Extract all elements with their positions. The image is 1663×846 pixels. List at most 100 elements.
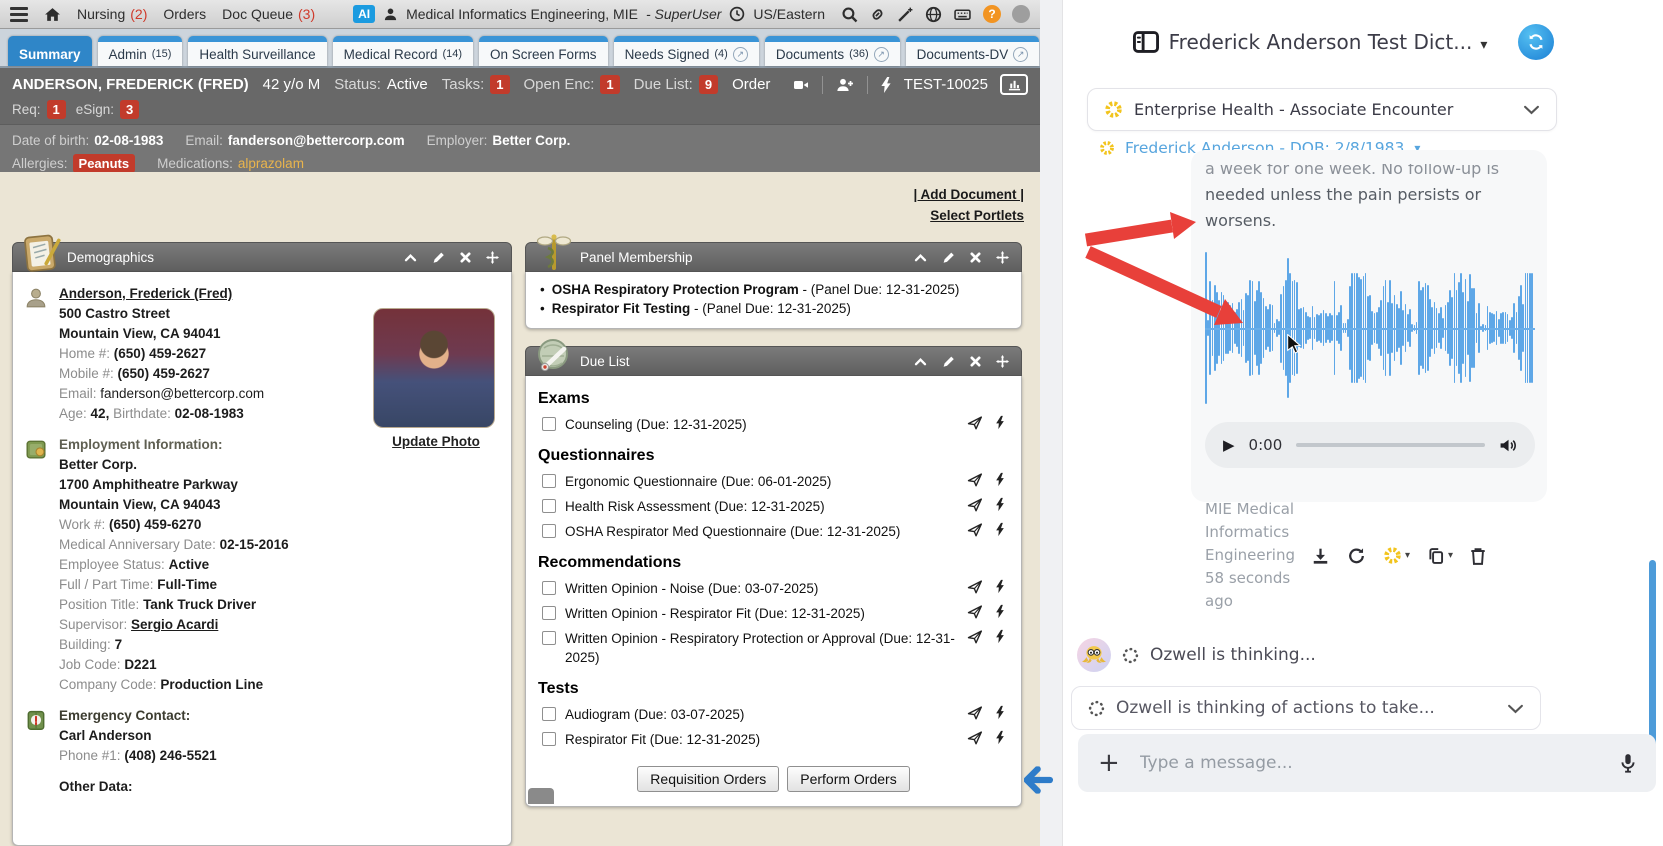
external-link-icon[interactable]: ↗ [874, 47, 889, 62]
nav-nursing[interactable]: Nursing (2) [77, 6, 147, 22]
close-icon[interactable] [970, 356, 981, 367]
help-icon[interactable]: ? [983, 5, 1001, 23]
timezone-label[interactable]: US/Eastern [753, 6, 825, 22]
keyboard-icon[interactable] [953, 6, 972, 23]
due-item-label[interactable]: Respirator Fit (Due: 12-31-2025) [565, 730, 965, 749]
checkbox[interactable] [542, 417, 556, 431]
collapse-icon[interactable] [914, 357, 927, 366]
quick-action-bolt-icon[interactable] [995, 730, 1005, 745]
close-icon[interactable] [970, 252, 981, 263]
due-item-label[interactable]: Written Opinion - Respirator Fit (Due: 1… [565, 604, 965, 623]
org-name[interactable]: Medical Informatics Engineering, MIE [406, 6, 638, 22]
send-order-icon[interactable] [967, 415, 983, 431]
ai-badge[interactable]: AI [353, 5, 375, 23]
send-order-icon[interactable] [967, 629, 983, 645]
order-link[interactable]: Order [732, 76, 770, 93]
nav-orders[interactable]: Orders [163, 6, 206, 22]
account-circle-icon[interactable] [1012, 5, 1030, 23]
tab-summary[interactable]: Summary [8, 36, 92, 66]
update-photo-link[interactable]: Update Photo [392, 434, 480, 449]
actions-status-box[interactable]: Ozwell is thinking of actions to take... [1071, 686, 1541, 730]
microphone-icon[interactable] [1620, 753, 1636, 773]
quick-action-bolt-icon[interactable] [995, 604, 1005, 619]
esign-counter[interactable]: eSign: 3 [76, 100, 140, 119]
tab-documents[interactable]: Documents (36) ↗ [765, 36, 900, 66]
nav-doc-queue[interactable]: Doc Queue (3) [222, 6, 315, 22]
send-order-icon[interactable] [967, 604, 983, 620]
home-icon[interactable] [44, 6, 61, 23]
title-caret-icon[interactable]: ▾ [1480, 37, 1487, 53]
send-order-icon[interactable] [967, 472, 983, 488]
move-icon[interactable] [486, 251, 499, 264]
external-link-icon[interactable]: ↗ [1013, 47, 1028, 62]
quick-action-bolt-icon[interactable] [995, 705, 1005, 720]
quick-action-bolt-icon[interactable] [995, 579, 1005, 594]
external-link-icon[interactable]: ↗ [733, 47, 748, 62]
chat-title[interactable]: Frederick Anderson Test Dict...▾ [1163, 30, 1493, 54]
tab-on-screen-forms[interactable]: On Screen Forms [479, 36, 608, 66]
quick-action-bolt-icon[interactable] [995, 497, 1005, 512]
tab-documents-dv[interactable]: Documents-DV ↗ [906, 36, 1040, 66]
due-item-label[interactable]: Counseling (Due: 12-31-2025) [565, 415, 965, 434]
collapse-icon[interactable] [914, 253, 927, 262]
medication-value[interactable]: alprazolam [238, 156, 304, 171]
panel-divider[interactable] [1040, 0, 1063, 846]
panel-membership-header[interactable]: Panel Membership [525, 242, 1022, 272]
requisition-orders-button[interactable]: Requisition Orders [637, 766, 779, 792]
quick-action-bolt-icon[interactable] [995, 629, 1005, 644]
open-enc-counter[interactable]: Open Enc: 1 [524, 75, 620, 94]
patient-name-link[interactable]: Anderson, Frederick (Fred) [59, 286, 232, 301]
add-document-link[interactable]: | Add Document | [913, 187, 1024, 202]
message-input[interactable] [1140, 753, 1600, 773]
req-counter[interactable]: Req: 1 [12, 100, 66, 119]
due-list-counter[interactable]: Due List: 9 [634, 75, 718, 94]
tasks-count-badge[interactable]: 1 [490, 75, 509, 94]
bolt-icon[interactable] [880, 77, 892, 93]
checkbox[interactable] [542, 474, 556, 488]
trash-icon[interactable] [1470, 547, 1486, 565]
checkbox[interactable] [542, 499, 556, 513]
quick-action-bolt-icon[interactable] [995, 415, 1005, 430]
chevron-down-icon[interactable] [1523, 104, 1540, 115]
waveform[interactable] [1205, 252, 1535, 404]
quick-action-bolt-icon[interactable] [995, 522, 1005, 537]
open-enc-count-badge[interactable]: 1 [600, 75, 619, 94]
perform-orders-button[interactable]: Perform Orders [787, 766, 909, 792]
due-item-label[interactable]: Written Opinion - Noise (Due: 03-07-2025… [565, 579, 965, 598]
video-call-icon[interactable] [792, 77, 810, 93]
globe-icon[interactable] [925, 6, 942, 23]
gear-menu[interactable]: ▾ [1383, 546, 1410, 565]
collapse-panel-arrow-icon[interactable] [1024, 766, 1054, 794]
due-item-label[interactable]: OSHA Respirator Med Questionnaire (Due: … [565, 522, 965, 541]
req-count-badge[interactable]: 1 [47, 100, 66, 119]
search-icon[interactable] [841, 6, 858, 23]
move-icon[interactable] [996, 251, 1009, 264]
add-person-icon[interactable] [835, 77, 855, 93]
move-icon[interactable] [996, 355, 1009, 368]
checkbox[interactable] [542, 732, 556, 746]
due-item-label[interactable]: Ergonomic Questionnaire (Due: 06-01-2025… [565, 472, 965, 491]
due-list-header[interactable]: Due List [525, 346, 1022, 376]
attach-plus-button[interactable]: + [1098, 750, 1120, 776]
send-order-icon[interactable] [967, 705, 983, 721]
send-order-icon[interactable] [967, 730, 983, 746]
collapse-icon[interactable] [404, 253, 417, 262]
quick-action-bolt-icon[interactable] [995, 472, 1005, 487]
checkbox[interactable] [542, 606, 556, 620]
due-item-label[interactable]: Audiogram (Due: 03-07-2025) [565, 705, 965, 724]
allergy-badge[interactable]: Peanuts [73, 154, 136, 173]
demographics-portlet-header[interactable]: Demographics [12, 242, 512, 272]
send-order-icon[interactable] [967, 522, 983, 538]
tab-health-surveillance[interactable]: Health Surveillance [188, 36, 326, 66]
tab-medical-record[interactable]: Medical Record (14) [333, 36, 473, 66]
esign-count-badge[interactable]: 3 [120, 100, 139, 119]
due-item-label[interactable]: Health Risk Assessment (Due: 12-31-2025) [565, 497, 965, 516]
close-icon[interactable] [460, 252, 471, 263]
tab-admin[interactable]: Admin (15) [98, 36, 183, 66]
due-list-count-badge[interactable]: 9 [699, 75, 718, 94]
tab-needs-signed[interactable]: Needs Signed (4) ↗ [614, 36, 759, 66]
link-icon[interactable] [869, 6, 886, 23]
checkbox[interactable] [542, 524, 556, 538]
copy-menu[interactable]: ▾ [1427, 547, 1453, 565]
ozwell-logo[interactable] [1518, 24, 1554, 60]
